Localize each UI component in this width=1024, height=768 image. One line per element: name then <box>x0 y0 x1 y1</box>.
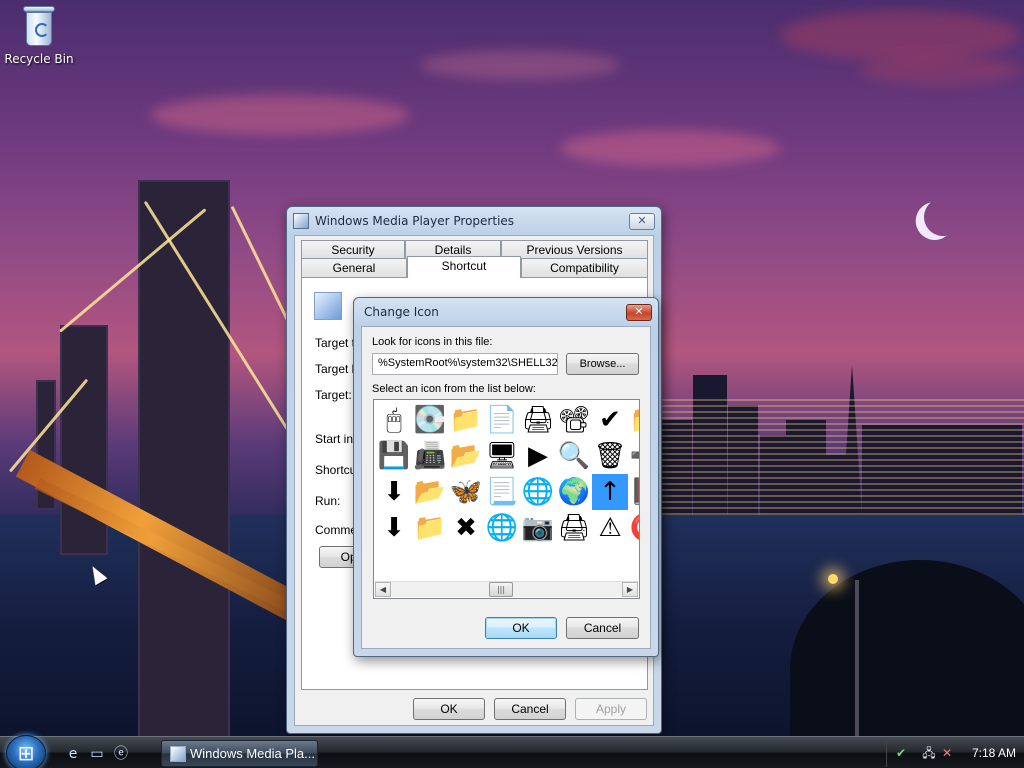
taskbar: e ▭ ⓔ Windows Media Pla... ✔ 🖧 ✕ 7:18 AM <box>0 735 1024 768</box>
recycle-bin-icon[interactable]: 🗑 <box>592 438 628 474</box>
search-icon[interactable]: 🔍 <box>556 438 592 474</box>
properties-ok-button[interactable]: OK <box>413 698 485 720</box>
quick-launch-browser-icon[interactable]: ⓔ <box>112 745 130 763</box>
projector-icon[interactable]: 📽 <box>556 402 592 438</box>
properties-title: Windows Media Player Properties <box>315 214 515 228</box>
properties-titlebar[interactable]: Windows Media Player Properties ✕ <box>287 207 661 235</box>
camera-icon[interactable]: 📷 <box>520 510 556 546</box>
folder-icon[interactable]: 📁 <box>628 402 639 438</box>
icon-list-scrollbar[interactable]: ◀ ||| ▶ <box>375 581 638 597</box>
open-folder-icon[interactable]: 📂 <box>412 474 448 510</box>
drive-icon[interactable]: 💽 <box>412 402 448 438</box>
photo-folder-icon[interactable]: 📁 <box>412 510 448 546</box>
document-arrow-icon[interactable]: 📄 <box>484 402 520 438</box>
taskbar-media-player-button[interactable]: Windows Media Pla... <box>161 740 318 767</box>
change-icon-cancel-button[interactable]: Cancel <box>566 617 639 639</box>
look-for-label: Look for icons in this file: <box>372 336 493 348</box>
change-icon-close-button[interactable]: ✕ <box>626 303 652 321</box>
small-download-icon[interactable]: ⬇ <box>376 510 412 546</box>
target-label: Target: <box>315 388 352 402</box>
printer-fax-icon[interactable]: 🖨 <box>556 510 592 546</box>
partial-icon[interactable]: 📕 <box>628 474 639 510</box>
tab-compatibility[interactable]: Compatibility <box>521 258 648 277</box>
network-icon[interactable]: 🖧 <box>921 745 937 761</box>
download-arrow-icon[interactable]: ⬇ <box>376 474 412 510</box>
scroll-left-button[interactable]: ◀ <box>375 582 391 597</box>
butterfly-icon[interactable]: 🦋 <box>448 474 484 510</box>
system-tray: ✔ 🖧 ✕ 7:18 AM <box>886 739 1024 767</box>
add-icon[interactable]: ➕ <box>628 438 639 474</box>
icon-grid: 🖱💽📁📄🖨📽✔📁💾📠📂🖥▶🔍🗑➕⬇📂🦋📃🌐🌍↑📕⬇📁✖🌐📷🖨⚠⭕ <box>376 402 639 546</box>
tab-shortcut[interactable]: Shortcut <box>407 256 521 278</box>
taskbar-media-player-label: Windows Media Pla... <box>190 746 315 761</box>
quick-launch-ie-icon[interactable]: e <box>64 745 82 763</box>
scroll-right-button[interactable]: ▶ <box>622 582 638 597</box>
internet-globe-icon[interactable]: 🌍 <box>556 474 592 510</box>
change-icon-dialog: Change Icon ✕ Look for icons in this fil… <box>353 297 659 657</box>
up-arrow-icon[interactable]: ↑ <box>592 474 628 510</box>
music-folder-icon[interactable]: 📁 <box>448 402 484 438</box>
folder-warning-icon[interactable]: ⚠ <box>592 510 628 546</box>
quick-launch-switch-windows-icon[interactable]: ▭ <box>88 745 106 763</box>
change-icon-title: Change Icon <box>364 305 439 319</box>
document-folder-icon[interactable]: 📂 <box>448 438 484 474</box>
printer-icon[interactable]: 🖨 <box>520 402 556 438</box>
media-player-icon <box>170 746 186 762</box>
tab-security[interactable]: Security <box>301 240 405 259</box>
globe-arrow-icon[interactable]: 🌐 <box>484 510 520 546</box>
media-player-icon <box>293 213 309 229</box>
select-icon-label: Select an icon from the list below: <box>372 383 536 395</box>
shortcut-file-icon <box>314 292 342 320</box>
pages-icon[interactable]: 📃 <box>484 474 520 510</box>
mouse-icon[interactable]: 🖱 <box>376 402 412 438</box>
properties-close-button[interactable]: ✕ <box>629 212 655 230</box>
partial-red-icon[interactable]: ⭕ <box>628 510 639 546</box>
recycle-bin-icon <box>22 4 56 48</box>
icon-list[interactable]: 🖱💽📁📄🖨📽✔📁💾📠📂🖥▶🔍🗑➕⬇📂🦋📃🌐🌍↑📕⬇📁✖🌐📷🖨⚠⭕ ◀ ||| ▶ <box>373 399 640 599</box>
start-in-label: Start in: <box>315 432 357 446</box>
recycle-bin-desktop-icon[interactable]: Recycle Bin <box>4 2 74 66</box>
properties-apply-button[interactable]: Apply <box>575 698 647 720</box>
checkmark-icon[interactable]: ✔ <box>592 402 628 438</box>
change-icon-ok-button[interactable]: OK <box>485 617 557 639</box>
change-icon-client-area: Look for icons in this file: %SystemRoot… <box>361 326 651 649</box>
volume-muted-icon[interactable]: ✕ <box>939 745 955 761</box>
red-x-icon[interactable]: ✖ <box>448 510 484 546</box>
security-shield-icon[interactable]: ✔ <box>893 745 909 761</box>
scroll-thumb[interactable]: ||| <box>489 582 513 597</box>
scanner-icon[interactable]: 📠 <box>412 438 448 474</box>
run-label: Run: <box>315 494 341 508</box>
network-adapter-icon[interactable]: 🖥 <box>484 438 520 474</box>
tab-general[interactable]: General <box>301 258 407 277</box>
icon-file-path-field[interactable]: %SystemRoot%\system32\SHELL32 <box>372 353 558 375</box>
play-icon[interactable]: ▶ <box>520 438 556 474</box>
tablet-icon[interactable]: 💾 <box>376 438 412 474</box>
properties-cancel-button[interactable]: Cancel <box>494 698 566 720</box>
start-button[interactable] <box>6 735 46 768</box>
tab-previous-versions[interactable]: Previous Versions <box>501 240 648 259</box>
change-icon-titlebar[interactable]: Change Icon ✕ <box>354 298 658 326</box>
moon-decoration <box>920 194 967 241</box>
recycle-bin-label: Recycle Bin <box>4 52 74 66</box>
browse-button[interactable]: Browse... <box>566 353 639 375</box>
clock[interactable]: 7:18 AM <box>972 746 1016 760</box>
globe-icon[interactable]: 🌐 <box>520 474 556 510</box>
